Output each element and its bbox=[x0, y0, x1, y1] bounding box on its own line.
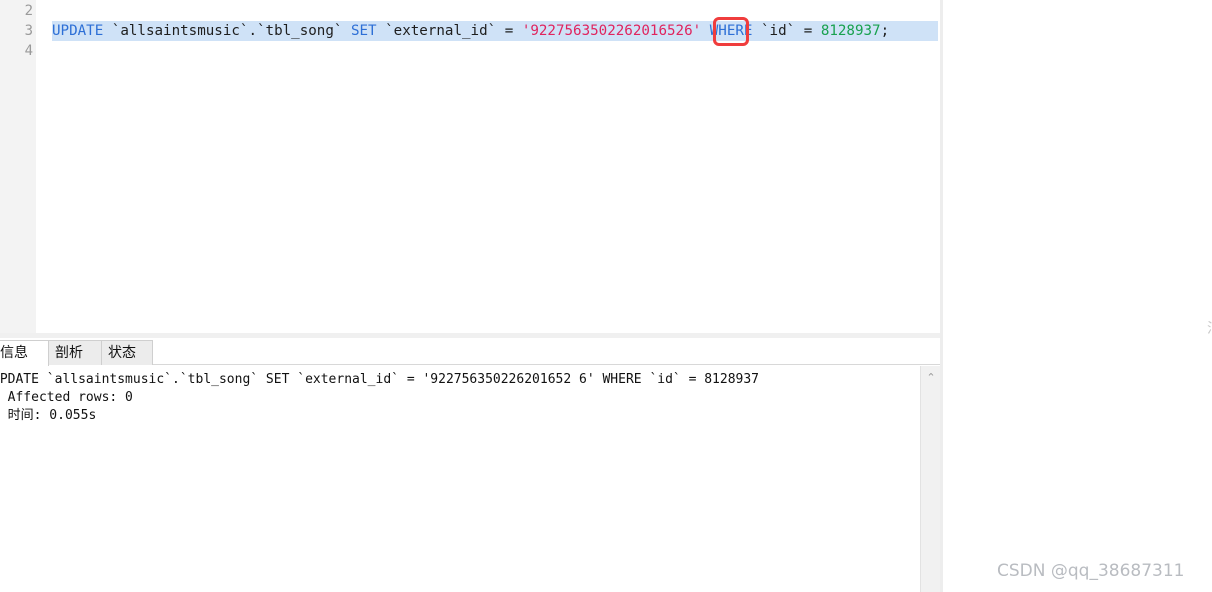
keyword-set: SET bbox=[350, 23, 377, 39]
column-identifier: `external_id` = bbox=[376, 23, 522, 39]
chevron-up-icon[interactable]: ⌃ bbox=[925, 372, 937, 384]
result-tab-bar: 信息 剖析 状态 bbox=[0, 338, 940, 366]
output-line: > 时间: 0.055s bbox=[0, 408, 97, 423]
tab-status[interactable]: 状态 bbox=[101, 340, 153, 365]
output-line: UPDATE `allsaintsmusic`.`tbl_song` SET `… bbox=[0, 372, 760, 387]
line-number: 3 bbox=[24, 23, 33, 39]
line-number: 2 bbox=[24, 3, 33, 19]
message-output: UPDATE `allsaintsmusic`.`tbl_song` SET `… bbox=[0, 366, 920, 592]
string-literal: '922756350226201652 bbox=[521, 23, 685, 39]
sql-editor[interactable]: 2 3 4 UPDATE `allsaintsmusic`.`tbl_song`… bbox=[0, 0, 940, 333]
line-number: 4 bbox=[24, 43, 33, 59]
output-scrollbar[interactable]: ⌃ bbox=[920, 366, 940, 592]
csdn-watermark: CSDN @qq_38687311 bbox=[997, 561, 1185, 581]
keyword-update: UPDATE bbox=[52, 23, 104, 39]
line-number-gutter: 2 3 4 bbox=[0, 0, 36, 333]
output-line: > Affected rows: 0 bbox=[0, 390, 133, 405]
id-identifier: `id` = bbox=[752, 23, 821, 39]
statement-terminator: ; bbox=[880, 23, 890, 39]
table-identifier: `allsaintsmusic`.`tbl_song` bbox=[103, 23, 351, 39]
edge-text: 油 bbox=[1207, 318, 1212, 338]
annotation-highlight-box bbox=[713, 17, 749, 46]
sql-statement-line[interactable]: UPDATE `allsaintsmusic`.`tbl_song` SET `… bbox=[52, 21, 938, 41]
tab-profile[interactable]: 剖析 bbox=[48, 340, 102, 365]
number-literal: 8128937 bbox=[820, 23, 881, 39]
tab-info[interactable]: 信息 bbox=[0, 340, 49, 366]
right-blank-area bbox=[943, 0, 1212, 592]
string-literal-tail: 6' bbox=[684, 23, 702, 39]
